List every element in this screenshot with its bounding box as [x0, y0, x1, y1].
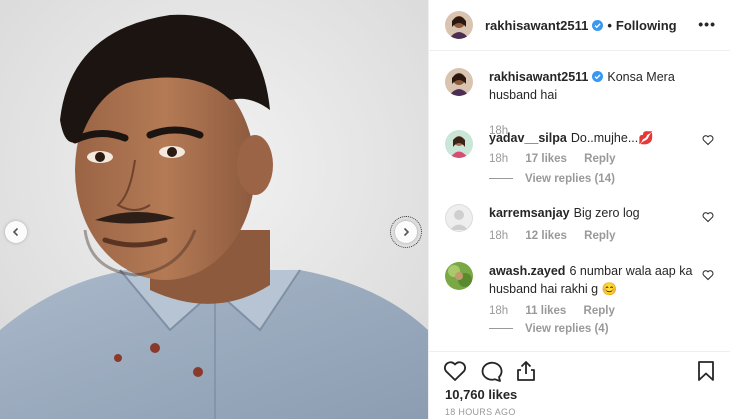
verified-badge-icon [592, 19, 604, 31]
verified-badge-icon [592, 71, 604, 82]
action-icons [443, 360, 716, 384]
comment-time[interactable]: 18h [489, 230, 508, 242]
comment-meta: 18h 12 likes Reply [489, 230, 630, 242]
view-replies-label: View replies (14) [525, 173, 615, 185]
heart-icon[interactable] [443, 360, 467, 382]
post-timestamp[interactable]: 18 HOURS AGO [445, 407, 516, 417]
avatar[interactable] [445, 11, 473, 39]
comment-likes[interactable]: 17 likes [525, 153, 567, 165]
portrait-photo [0, 0, 428, 419]
view-replies-button[interactable]: View replies (14) [489, 173, 615, 185]
heart-icon[interactable] [702, 211, 714, 223]
comment-time[interactable]: 18h [489, 305, 508, 317]
divider-line [489, 328, 513, 330]
reply-button[interactable]: Reply [584, 230, 615, 242]
post-actions: 10,760 likes 18 HOURS AGO [429, 351, 730, 419]
more-options-icon[interactable]: ••• [698, 16, 716, 32]
comment-meta: 18h 17 likes Reply [489, 153, 630, 165]
caption-text-block: rakhisawant2511 Konsa Mera husband hai [489, 68, 694, 104]
comment-text-block: awash.zayed 6 numbar wala aap ka husband … [489, 262, 694, 298]
likes-count[interactable]: 10,760 likes [445, 387, 517, 402]
comment-time[interactable]: 18h [489, 153, 508, 165]
avatar[interactable] [445, 204, 473, 232]
comment-text-block: yadav__silpa Do..mujhe...💋 [489, 129, 694, 147]
following-button[interactable]: Following [616, 18, 677, 33]
post-header: rakhisawant2511 • Following ••• [429, 0, 730, 51]
post-sidebar: rakhisawant2511 • Following ••• rakhisaw… [428, 0, 730, 419]
comment-likes[interactable]: 12 likes [525, 230, 567, 242]
comment-username[interactable]: yadav__silpa [489, 131, 567, 145]
caption-username[interactable]: rakhisawant2511 [489, 70, 588, 84]
comment-text: Big zero log [573, 206, 640, 220]
view-replies-label: View replies (4) [525, 323, 609, 335]
comment-likes[interactable]: 11 likes [525, 305, 566, 317]
heart-icon[interactable] [702, 134, 714, 146]
post-username[interactable]: rakhisawant2511 [485, 18, 588, 33]
next-image-button[interactable] [390, 216, 422, 248]
post-image[interactable] [0, 0, 428, 419]
comments-list: rakhisawant2511 Konsa Mera husband hai 18… [429, 51, 730, 351]
share-icon[interactable] [515, 360, 537, 382]
comment-meta: 18h 11 likes Reply [489, 305, 629, 317]
avatar[interactable] [445, 130, 473, 158]
avatar[interactable] [445, 68, 473, 96]
bookmark-icon[interactable] [696, 360, 716, 382]
chevron-left-icon [12, 227, 19, 237]
avatar[interactable] [445, 262, 473, 290]
chevron-right-icon [403, 227, 410, 237]
comment-text-block: karremsanjay Big zero log [489, 204, 694, 222]
divider-line [489, 178, 513, 180]
comment-username[interactable]: awash.zayed [489, 264, 565, 278]
previous-image-button[interactable] [5, 221, 27, 243]
comment-icon[interactable] [479, 360, 503, 382]
comment-username[interactable]: karremsanjay [489, 206, 570, 220]
heart-icon[interactable] [702, 269, 714, 281]
comment-text: Do..mujhe...💋 [570, 131, 654, 145]
reply-button[interactable]: Reply [584, 305, 615, 317]
separator-dot: • [607, 17, 612, 33]
view-replies-button[interactable]: View replies (4) [489, 323, 609, 335]
reply-button[interactable]: Reply [584, 153, 615, 165]
